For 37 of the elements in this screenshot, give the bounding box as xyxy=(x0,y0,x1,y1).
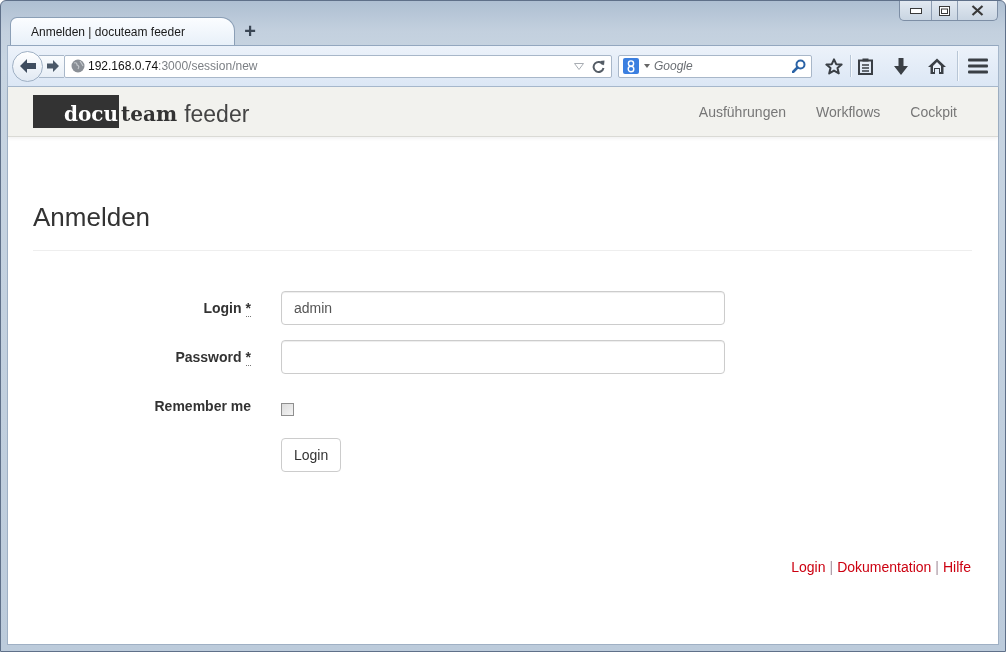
separator-text: | xyxy=(829,559,834,575)
letter-tile-icon xyxy=(623,58,639,74)
page-heading: Anmelden xyxy=(33,200,972,251)
nav-link[interactable]: Workflows xyxy=(801,101,896,122)
globe-icon xyxy=(71,59,85,73)
footer-link[interactable]: Hilfe xyxy=(943,559,971,575)
menu-icon[interactable] xyxy=(968,58,988,74)
separator-text: | xyxy=(935,559,939,575)
footer-link[interactable]: Login xyxy=(791,559,826,575)
nav-link[interactable]: Cockpit xyxy=(895,101,972,122)
download-arrow-icon[interactable] xyxy=(894,57,908,75)
arrow-left-icon xyxy=(19,59,36,73)
field-label: Login * xyxy=(202,299,251,318)
new-tab-button[interactable]: + xyxy=(239,17,261,45)
home-icon[interactable] xyxy=(928,58,946,74)
input-field[interactable] xyxy=(281,340,725,374)
reload-icon[interactable] xyxy=(592,59,605,73)
maximize-icon xyxy=(939,5,950,16)
back-button[interactable] xyxy=(12,50,43,82)
minimize-icon xyxy=(909,7,922,14)
bookmark-star-icon[interactable] xyxy=(825,57,843,75)
browser-tab[interactable]: Anmelden | docuteam feeder xyxy=(10,17,235,45)
field-label: Password * xyxy=(174,348,251,367)
input-field[interactable]: admin xyxy=(281,291,725,325)
login-button[interactable]: Login xyxy=(281,438,342,472)
nav-link[interactable]: Ausführungen xyxy=(683,101,801,122)
field-label: Remember me xyxy=(153,397,251,416)
clipboard-icon[interactable] xyxy=(858,57,873,75)
arrow-right-icon xyxy=(47,60,59,72)
checkbox[interactable] xyxy=(281,403,294,416)
search-field[interactable]: Google xyxy=(618,54,812,78)
search-icon[interactable] xyxy=(792,59,806,73)
brand-logo[interactable]: docuteam feeder xyxy=(33,95,250,128)
address-bar[interactable]: 192.168.0.74:3000/session/new xyxy=(64,54,612,78)
caret-icon[interactable] xyxy=(644,64,650,68)
close-icon xyxy=(971,5,984,16)
footer-link[interactable]: Dokumentation xyxy=(837,559,932,575)
